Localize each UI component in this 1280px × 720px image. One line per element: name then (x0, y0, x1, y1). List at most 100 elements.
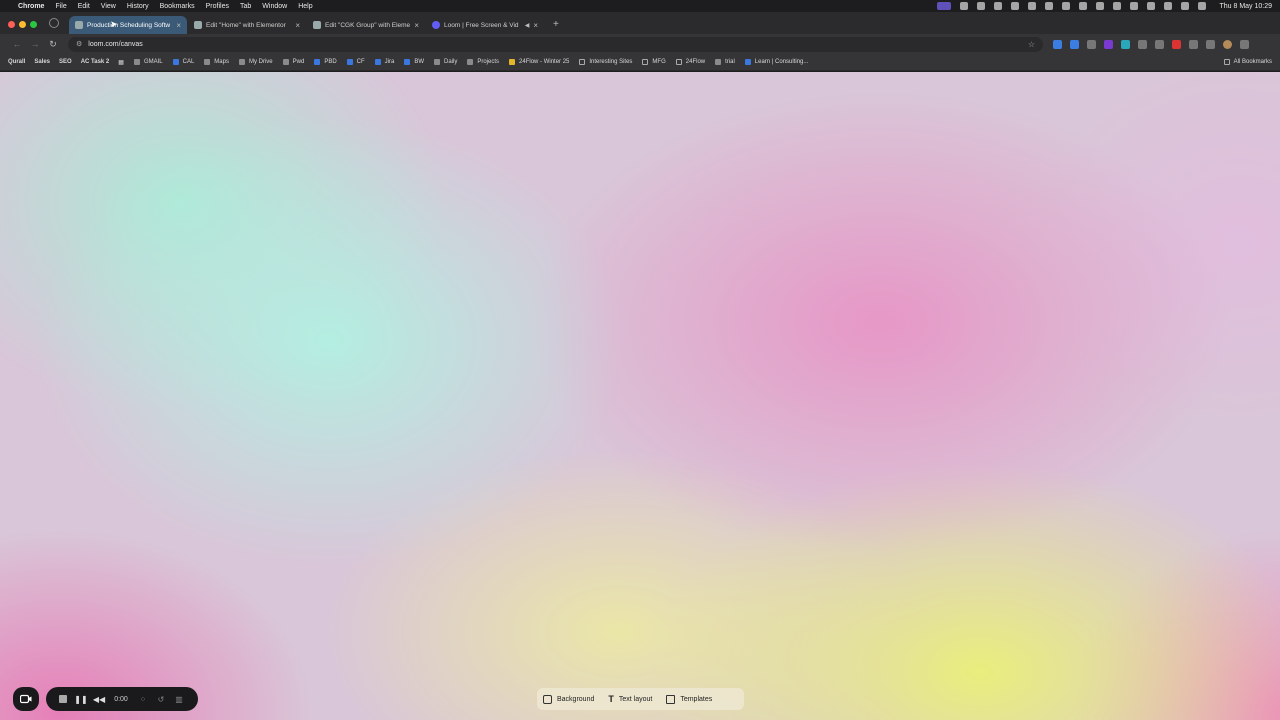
camera-toggle-button[interactable] (13, 687, 39, 711)
close-window-icon[interactable] (8, 20, 15, 28)
bookmark-24flow[interactable]: 24Flow (675, 59, 705, 65)
bookmark-label: My Drive (248, 59, 273, 65)
control-center-icon[interactable] (1181, 2, 1190, 10)
address-bar[interactable]: ⚙ loom.com/canvas ☆ (68, 36, 1043, 52)
favicon-icon (75, 21, 83, 29)
bluetooth-icon[interactable] (1096, 2, 1105, 10)
tab-production-scheduling[interactable]: Production Scheduling Softw × (69, 16, 187, 34)
bookmark-cal[interactable]: CAL (172, 59, 194, 65)
menu-help[interactable]: Help (298, 3, 312, 10)
pen-icon[interactable] (1087, 39, 1096, 49)
tab-title: Edit "CGK Group" with Eleme (325, 21, 411, 29)
tab-search-icon[interactable] (49, 18, 59, 28)
tab-edit-cgk-group[interactable]: Edit "CGK Group" with Eleme × (307, 16, 425, 34)
text-layout-button[interactable]: T Text layout (608, 694, 652, 704)
minimize-window-icon[interactable] (19, 20, 26, 28)
profile-avatar[interactable] (1223, 39, 1232, 49)
apps-grid-icon[interactable]: ▦ (118, 59, 124, 66)
bookmark-maps[interactable]: Maps (204, 59, 229, 65)
bookmark-daily[interactable]: Daily (434, 59, 457, 65)
templates-button[interactable]: Templates (666, 694, 712, 704)
screen-record-icon[interactable] (937, 2, 952, 10)
bookmark-pwd[interactable]: Pwd (282, 59, 304, 65)
speaker-icon[interactable]: ◀ (525, 22, 530, 29)
tab-close-icon[interactable]: × (295, 21, 300, 30)
bookmark-trial[interactable]: trial (715, 59, 735, 65)
menu-window[interactable]: Window (262, 3, 287, 10)
time-machine-icon[interactable] (1113, 2, 1122, 10)
bookmark-item[interactable]: SEO (59, 59, 72, 65)
menu-app-name[interactable]: Chrome (18, 3, 44, 10)
bookmark-24flow-winter[interactable]: 24Flow - Winter 25 (509, 59, 569, 65)
extension-icon[interactable] (1138, 39, 1147, 49)
cloud-icon[interactable] (1011, 2, 1020, 10)
settings-icon[interactable] (1062, 2, 1071, 10)
back-arrow-icon[interactable]: ← (8, 39, 26, 49)
kebab-menu-icon[interactable] (1240, 39, 1249, 49)
menu-file[interactable]: File (55, 3, 66, 10)
tab-edit-home[interactable]: Edit "Home" with Elementor × (188, 16, 306, 34)
bookmark-projects[interactable]: Projects (467, 59, 499, 65)
menu-edit[interactable]: Edit (78, 3, 90, 10)
tab-close-icon[interactable]: × (176, 21, 181, 30)
bookmark-mfg[interactable]: MFG (642, 59, 666, 65)
bookmark-item[interactable]: Sales (34, 59, 50, 65)
wifi-icon[interactable] (1147, 2, 1156, 10)
forward-arrow-icon[interactable]: → (26, 39, 44, 49)
extension-icon[interactable] (1070, 39, 1079, 49)
chat-icon (744, 59, 751, 65)
menu-bookmarks[interactable]: Bookmarks (160, 3, 195, 10)
bookmark-item[interactable]: AC Task 2 (81, 59, 110, 65)
battery-icon[interactable] (1130, 2, 1139, 10)
bookmark-item[interactable]: Qurall (8, 59, 25, 65)
menubar-clock[interactable]: Thu 8 May 10:29 (1219, 3, 1272, 10)
reload-icon[interactable]: ↻ (44, 39, 62, 50)
globe-icon[interactable] (977, 2, 986, 10)
menu-view[interactable]: View (101, 3, 116, 10)
restart-icon[interactable]: ↺ (152, 690, 170, 708)
rewind-button[interactable]: ◀◀ (90, 690, 108, 708)
page-icon (434, 59, 440, 65)
canvas-toolbar: Background T Text layout Templates (537, 688, 744, 710)
stop-button[interactable] (54, 690, 72, 708)
extension-icon[interactable] (1155, 39, 1164, 49)
menu-history[interactable]: History (127, 3, 149, 10)
all-bookmarks[interactable]: All Bookmarks (1223, 59, 1272, 65)
siri-icon[interactable] (1198, 2, 1207, 10)
tab-loom[interactable]: Loom | Free Screen & Vid ◀ × (426, 16, 544, 34)
bitwarden-icon[interactable] (1053, 39, 1062, 49)
stop-icon (59, 695, 67, 703)
pause-button[interactable]: ❚❚ (72, 690, 90, 708)
download-icon[interactable] (1206, 39, 1215, 49)
extension-icon[interactable] (1121, 39, 1130, 49)
extension-icon[interactable] (1172, 39, 1181, 49)
bookmark-cf[interactable]: CF (346, 59, 365, 65)
site-settings-icon[interactable]: ⚙ (76, 40, 82, 48)
bookmark-my-drive[interactable]: My Drive (238, 59, 273, 65)
extension-icon[interactable] (994, 2, 1003, 10)
bookmark-learn-consulting[interactable]: Learn | Consulting... (744, 59, 808, 65)
trash-icon[interactable]: ▥ (170, 690, 188, 708)
shield-icon[interactable] (960, 2, 969, 10)
menu-tab[interactable]: Tab (240, 3, 251, 10)
tab-close-icon[interactable]: × (414, 21, 419, 30)
window-icon[interactable] (1079, 2, 1088, 10)
bookmark-interesting-sites[interactable]: Interesting Sites (579, 59, 632, 65)
bookmarks-bar: Qurall Sales SEO AC Task 2 ▦ GMAIL CAL M… (0, 54, 1280, 71)
background-button[interactable]: Background (543, 694, 594, 704)
bolt-icon[interactable] (1045, 2, 1054, 10)
menu-profiles[interactable]: Profiles (206, 3, 229, 10)
extension-badge-icon[interactable] (1104, 39, 1113, 49)
grid-icon[interactable]: ⁘ (134, 690, 152, 708)
tab-close-icon[interactable]: × (533, 21, 538, 30)
search-icon[interactable] (1164, 2, 1173, 10)
new-tab-plus-icon[interactable]: + (553, 19, 559, 30)
bookmark-gmail[interactable]: GMAIL (133, 59, 163, 65)
puzzle-icon[interactable] (1189, 39, 1198, 49)
bookmark-star-icon[interactable]: ☆ (1028, 40, 1035, 49)
bookmark-bw[interactable]: BW (404, 59, 424, 65)
fullscreen-window-icon[interactable] (30, 20, 37, 28)
dropbox-icon[interactable] (1028, 2, 1037, 10)
bookmark-jira[interactable]: Jira (374, 59, 394, 65)
bookmark-pbd[interactable]: PBD (314, 59, 337, 65)
